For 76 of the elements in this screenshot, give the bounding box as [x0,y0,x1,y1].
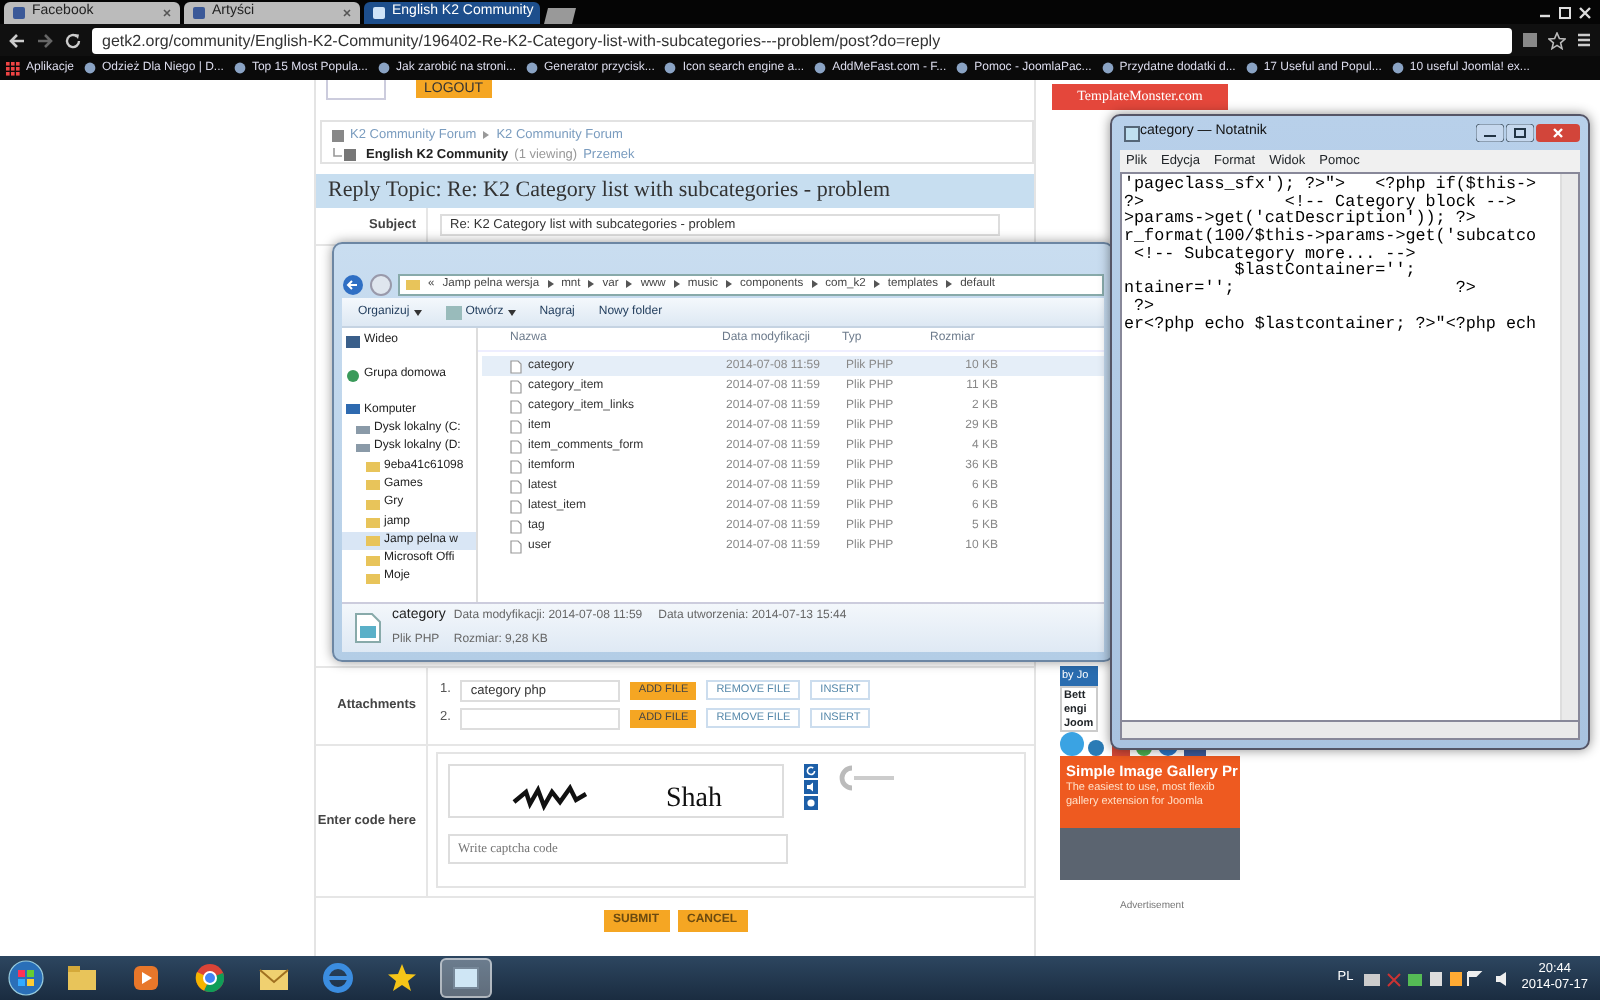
scribble-drawing [510,784,590,816]
vertical-scrollbar[interactable] [1560,174,1578,720]
close-icon[interactable] [1578,5,1592,19]
star-icon [386,962,418,994]
favicon-icon [192,6,206,20]
code-line: ?> <!-- Category block --> [1124,193,1517,211]
back-button[interactable] [342,273,364,295]
chevron-icon [873,280,880,288]
start-button[interactable] [8,960,44,996]
app-icon [445,305,462,319]
tree-branch-icon [332,148,360,163]
favicon-icon [377,62,390,74]
maximize-button[interactable] [1506,124,1534,142]
notepad-icon [1124,125,1140,141]
separator-icon [482,130,491,141]
chevron-icon [588,280,595,288]
captcha-word: Shah [666,784,722,816]
chevron-icon [547,280,554,288]
code-line: 'pageclass_sfx'); ?>"> <?php if($this-> [1124,176,1539,194]
folder-icon [66,962,98,994]
chevron-icon [726,280,733,288]
code-line: r_format(100/$this->params->get('subcatco [1124,228,1539,246]
close-icon [342,8,352,18]
audio-icon[interactable] [804,780,818,794]
close-icon [162,8,172,18]
code-line: <!-- Subcategory more... --> [1134,245,1416,263]
file-field[interactable] [460,707,621,729]
favicon-icon [12,6,26,20]
star-icon[interactable] [1548,31,1566,49]
file-icon [354,612,382,644]
menu-icon[interactable] [1576,32,1592,48]
folder-icon [406,278,420,290]
window-icon [450,962,482,994]
reply-topic-header: Reply Topic: Re: K2 Category list with subcategories - problem [316,174,1034,208]
code-line: er<?php echo $lastcontainer; ?>"<?php ech [1124,315,1539,333]
address-field[interactable]: getk2.org/community/English-K2-Community/196402-Re-K2-Category-list-with-subcategories---problem/post?do=reply [92,27,1512,53]
close-button[interactable] [1536,124,1580,142]
favicon-icon [84,62,97,74]
favicon-icon [526,62,539,74]
code-line: ntainer=''; ?> [1124,280,1478,298]
horizontal-scrollbar[interactable] [1120,722,1580,740]
chevron-icon [946,280,953,288]
favicon-icon [1245,62,1258,74]
caret-icon [413,309,422,315]
refresh-icon[interactable] [804,764,818,778]
favicon-icon [664,62,677,74]
forward-arrow-icon[interactable] [36,31,54,49]
reload-icon[interactable] [64,31,82,49]
help-icon[interactable] [804,796,818,810]
favicon-icon [956,62,969,74]
homegroup-icon [346,369,360,382]
minimize-button[interactable] [1476,124,1504,142]
chevron-icon [811,280,818,288]
back-arrow-icon[interactable] [8,31,26,49]
chevron-icon [626,280,633,288]
apps-grid-icon [6,61,20,75]
code-line: ?> [1134,297,1155,315]
new-tab-button[interactable] [544,8,580,24]
favicon-icon [814,62,827,74]
forum-icon [332,129,344,142]
chrome-icon [194,962,226,994]
chevron-icon [673,280,680,288]
maximize-icon[interactable] [1558,5,1572,19]
favicon-icon [233,62,246,74]
browser-e-icon [322,962,354,994]
tray-icons-drawing[interactable] [1363,969,1484,987]
media-player-icon [130,962,162,994]
caret-icon [507,309,516,315]
video-icon [346,335,360,348]
favicon-icon [1391,62,1404,74]
favicon-icon [372,6,386,20]
favicon-icon [1101,62,1114,74]
speaker-icon[interactable] [1493,969,1512,987]
code-line: >params->get('catDescription')); ?> [1124,210,1476,229]
code-line: $lastContainer=''; [1234,262,1418,281]
computer-icon [346,404,360,417]
